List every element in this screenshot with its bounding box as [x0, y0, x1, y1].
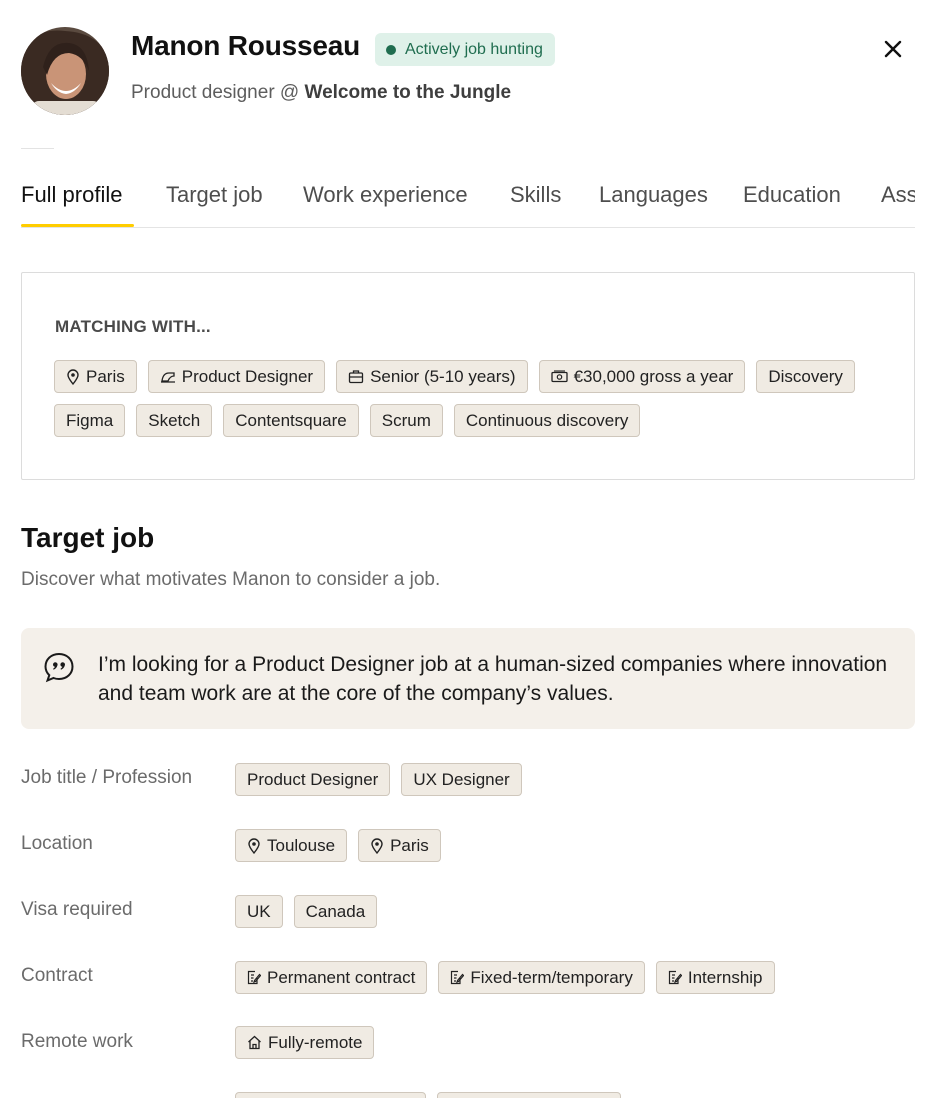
money-icon — [550, 370, 568, 383]
chip-visa: UK — [235, 895, 283, 928]
avatar-photo — [21, 27, 109, 115]
chip-label: Permanent contract — [267, 967, 416, 987]
row-label-contract: Contract — [21, 965, 93, 986]
status-label: Actively job hunting — [405, 40, 543, 58]
location-pin-icon — [67, 368, 79, 385]
chip-label: Sketch — [148, 410, 201, 430]
chip-label: €30,000 gross a year — [573, 366, 734, 386]
chip-contract: Internship — [655, 961, 775, 994]
contract-icon — [451, 970, 465, 985]
close-icon — [884, 40, 902, 58]
chip-label: Discovery — [768, 366, 843, 386]
chip-remote: Fully-remote — [235, 1026, 375, 1059]
tab-target-job[interactable]: Target job — [166, 182, 263, 227]
chip-label: UX Designer — [413, 769, 510, 789]
chip-contract: Fixed-term/temporary — [438, 961, 645, 994]
chip-label: Canada — [305, 901, 366, 921]
chip-label: Senior (5-10 years) — [370, 366, 516, 386]
chip-label: Figma — [66, 410, 114, 430]
active-tab-indicator — [21, 224, 134, 227]
chip-partial — [437, 1092, 621, 1098]
chip-job-title: UX Designer — [401, 763, 522, 796]
chip-skill: Discovery — [756, 360, 855, 393]
candidate-role: Product designer @ — [131, 82, 300, 103]
chip-label: Product Designer — [247, 769, 379, 789]
next-row-chips — [235, 1092, 621, 1098]
candidate-name: Manon Rousseau — [131, 30, 361, 61]
status-dot-icon — [386, 44, 396, 55]
chip-label: Fully-remote — [268, 1032, 363, 1052]
chip-location: Paris — [54, 360, 137, 393]
status-badge: Actively job hunting — [375, 33, 555, 66]
chip-label: Paris — [390, 835, 429, 855]
chip-skill: Continuous discovery — [453, 404, 641, 437]
matching-card: MATCHING WITH... Paris Product Designer … — [21, 272, 915, 480]
chip-skill: Figma — [54, 404, 126, 437]
chip-label: Scrum — [381, 410, 431, 430]
chip-label: Toulouse — [267, 835, 336, 855]
job-title-chips: Product Designer UX Designer — [235, 763, 522, 796]
chip-skill: Sketch — [136, 404, 213, 437]
speech-quote-icon — [44, 652, 74, 683]
matching-chips-row-1: Paris Product Designer Senior (5-10 year… — [54, 360, 855, 393]
section-description: Discover what motivates Manon to conside… — [21, 569, 441, 590]
chip-job-title: Product Designer — [235, 763, 391, 796]
section-title-target-job: Target job — [21, 522, 155, 553]
chip-label: UK — [247, 901, 271, 921]
quote-text: I’m looking for a Product Designer job a… — [98, 653, 888, 705]
matching-title: MATCHING WITH... — [55, 317, 211, 336]
row-label-remote: Remote work — [21, 1031, 133, 1052]
remote-chips: Fully-remote — [235, 1026, 375, 1059]
chip-visa: Canada — [293, 895, 378, 928]
chip-contract: Permanent contract — [235, 961, 428, 994]
location-pin-icon — [248, 837, 260, 854]
chip-location: Paris — [358, 829, 441, 862]
chip-label: Continuous discovery — [465, 410, 629, 430]
chip-label: Paris — [86, 366, 125, 386]
chip-label: Contentsquare — [235, 410, 347, 430]
tab-full-profile[interactable]: Full profile — [21, 182, 122, 227]
job-title-icon — [160, 371, 175, 383]
remote-house-icon — [248, 1035, 261, 1050]
briefcase-icon — [348, 370, 364, 384]
tab-work-experience[interactable]: Work experience — [303, 182, 468, 227]
candidate-company[interactable]: Welcome to the Jungle — [305, 82, 512, 103]
location-pin-icon — [371, 837, 383, 854]
row-label-job-title: Job title / Profession — [21, 767, 193, 788]
chip-label: Fixed-term/temporary — [470, 967, 633, 987]
location-chips: Toulouse Paris — [235, 829, 441, 862]
tab-skills[interactable]: Skills — [510, 182, 561, 227]
contract-icon — [247, 970, 261, 985]
candidate-headline: Product designer @ Welcome to the Jungle — [131, 82, 511, 104]
tab-assessments[interactable]: Ass — [881, 182, 915, 227]
visa-chips: UK Canada — [235, 895, 378, 928]
chip-salary: €30,000 gross a year — [538, 360, 746, 393]
tab-education[interactable]: Education — [743, 182, 841, 227]
motivation-quote: I’m looking for a Product Designer job a… — [21, 628, 915, 729]
profile-tabs: Full profile Target job Work experience … — [21, 174, 915, 228]
row-label-location: Location — [21, 833, 93, 854]
avatar — [21, 27, 109, 115]
chip-job-title: Product Designer — [147, 360, 326, 393]
matching-chips-row-2: Figma Sketch Contentsquare Scrum Continu… — [54, 404, 641, 437]
row-label-visa: Visa required — [21, 899, 133, 920]
chip-partial — [235, 1092, 426, 1098]
chip-experience: Senior (5-10 years) — [336, 360, 528, 393]
header-divider — [21, 148, 54, 149]
profile-header: Manon Rousseau Actively job hunting Prod… — [0, 0, 936, 140]
contract-chips: Permanent contract Fixed-term/temporary … — [235, 961, 775, 994]
close-button[interactable] — [878, 34, 908, 64]
chip-label: Product Designer — [181, 366, 314, 386]
chip-skill: Scrum — [369, 404, 443, 437]
tab-languages[interactable]: Languages — [599, 182, 708, 227]
chip-label: Internship — [687, 967, 763, 987]
contract-icon — [668, 970, 682, 985]
chip-location: Toulouse — [235, 829, 348, 862]
chip-skill: Contentsquare — [223, 404, 359, 437]
